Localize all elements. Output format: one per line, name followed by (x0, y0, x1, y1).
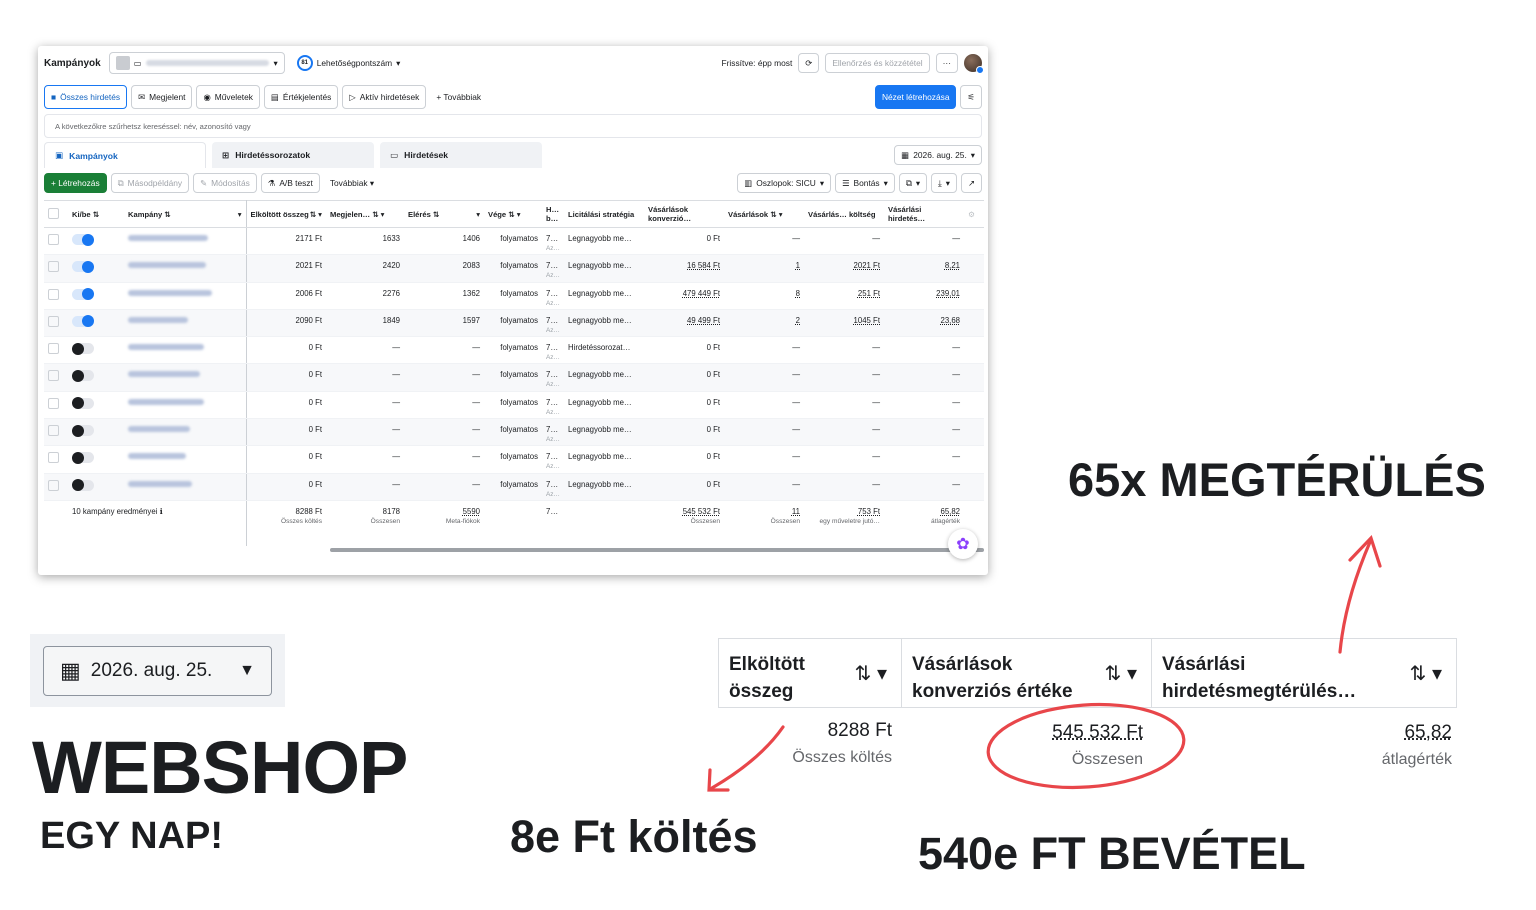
arrow-to-roi-caption (1338, 540, 1372, 654)
annotation-layer (707, 534, 1382, 792)
circle-around-revenue (986, 702, 1186, 790)
arrow-to-spend-caption (710, 725, 785, 790)
